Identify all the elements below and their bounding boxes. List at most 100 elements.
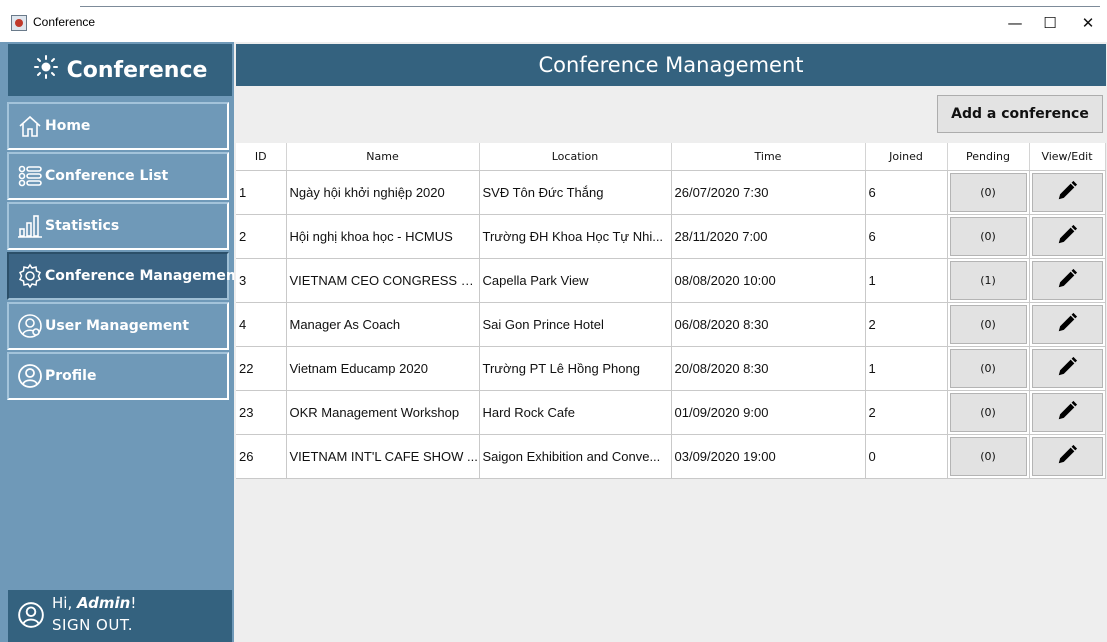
column-header-view-edit[interactable]: View/Edit	[1029, 143, 1106, 171]
cell-pending: (0)	[947, 214, 1030, 259]
table-row[interactable]: 26 VIETNAM INT'L CAFE SHOW ... Saigon Exhi…	[236, 434, 1106, 479]
table-header-row: ID Name Location Time Joined Pending Vie…	[236, 143, 1106, 171]
cell-joined: 0	[865, 434, 948, 479]
sidebar-item-label: User Management	[45, 318, 190, 334]
view-edit-button[interactable]	[1031, 392, 1103, 432]
column-header-id[interactable]: ID	[236, 143, 287, 171]
sidebar-item-profile[interactable]: Profile	[7, 352, 229, 400]
pending-button[interactable]: (0)	[949, 348, 1027, 388]
conference-table-area: ID Name Location Time Joined Pending Vie…	[236, 143, 1106, 642]
sidebar-item-statistics[interactable]: Statistics	[7, 202, 229, 250]
column-header-joined[interactable]: Joined	[865, 143, 948, 171]
chart-icon	[17, 213, 43, 239]
cell-name: VIETNAM INT'L CAFE SHOW ...	[286, 434, 480, 479]
brand-title: Conference	[66, 57, 208, 83]
view-edit-button[interactable]	[1031, 348, 1103, 388]
column-header-time[interactable]: Time	[671, 143, 866, 171]
cell-pending: (0)	[947, 302, 1030, 347]
cell-id: 23	[236, 390, 287, 435]
cell-pending: (0)	[947, 346, 1030, 391]
greeting-prefix: Hi,	[52, 594, 77, 612]
column-header-name[interactable]: Name	[286, 143, 480, 171]
list-icon	[17, 163, 43, 189]
pencil-icon	[1056, 268, 1078, 293]
sidebar-item-label: Conference Management	[45, 268, 243, 284]
pending-button[interactable]: (0)	[949, 436, 1027, 476]
cell-pending: (0)	[947, 434, 1030, 479]
sidebar-item-home[interactable]: Home	[7, 102, 229, 150]
sidebar: Conference Home Conference List Statisti…	[0, 42, 243, 642]
application-window: Conference — ☐ ✕ Conference Home Confere…	[0, 0, 1107, 642]
cell-view-edit	[1029, 346, 1106, 391]
page-title: Conference Management	[236, 44, 1106, 86]
cell-time: 26/07/2020 7:30	[671, 170, 866, 215]
view-edit-button[interactable]	[1031, 172, 1103, 212]
table-row[interactable]: 2 Hội nghị khoa học - HCMUS Trường ĐH Khoa…	[236, 214, 1106, 259]
cell-id: 3	[236, 258, 287, 303]
top-edge-lines	[0, 0, 1107, 8]
add-conference-button[interactable]: Add a conference	[937, 95, 1103, 133]
pending-button[interactable]: (1)	[949, 260, 1027, 300]
cell-id: 22	[236, 346, 287, 391]
cell-name: VIETNAM CEO CONGRESS 2...	[286, 258, 480, 303]
table-row[interactable]: 23 OKR Management Workshop Hard Rock Cafe 0…	[236, 390, 1106, 435]
pencil-icon	[1056, 224, 1078, 249]
sidebar-item-label: Conference List	[45, 168, 169, 184]
cell-time: 06/08/2020 8:30	[671, 302, 866, 347]
cell-joined: 1	[865, 258, 948, 303]
sidebar-item-conference-list[interactable]: Conference List	[7, 152, 229, 200]
cell-joined: 6	[865, 170, 948, 215]
pencil-icon	[1056, 444, 1078, 469]
user-gear-icon	[17, 313, 43, 339]
cell-name: Vietnam Educamp 2020	[286, 346, 480, 391]
column-header-location[interactable]: Location	[479, 143, 672, 171]
home-icon	[17, 113, 43, 139]
sidebar-item-conference-management[interactable]: Conference Management	[7, 252, 243, 300]
pencil-icon	[1056, 356, 1078, 381]
cell-location: Hard Rock Cafe	[479, 390, 672, 435]
cell-pending: (0)	[947, 170, 1030, 215]
table-row[interactable]: 1 Ngày hội khởi nghiệp 2020 SVĐ Tôn Đức Th…	[236, 170, 1106, 215]
pending-button[interactable]: (0)	[949, 304, 1027, 344]
cell-view-edit	[1029, 390, 1106, 435]
table-row[interactable]: 22 Vietnam Educamp 2020 Trường PT Lê Hồng …	[236, 346, 1106, 391]
user-name: Admin	[76, 594, 131, 612]
view-edit-button[interactable]	[1031, 436, 1103, 476]
sidebar-item-user-management[interactable]: User Management	[7, 302, 229, 350]
cell-location: Sai Gon Prince Hotel	[479, 302, 672, 347]
cell-view-edit	[1029, 214, 1106, 259]
cell-time: 08/08/2020 10:00	[671, 258, 866, 303]
maximize-button[interactable]: ☐	[1035, 10, 1065, 36]
cell-id: 4	[236, 302, 287, 347]
view-edit-button[interactable]	[1031, 216, 1103, 256]
cell-view-edit	[1029, 170, 1106, 215]
close-button[interactable]: ✕	[1073, 10, 1103, 36]
main-panel: Conference Management Add a conference I…	[234, 42, 1107, 642]
pending-button[interactable]: (0)	[949, 392, 1027, 432]
column-header-pending[interactable]: Pending	[947, 143, 1030, 171]
cell-id: 2	[236, 214, 287, 259]
sign-out-link[interactable]: SIGN OUT.	[52, 616, 133, 634]
minimize-button[interactable]: —	[1000, 10, 1030, 36]
cell-location: Trường PT Lê Hồng Phong	[479, 346, 672, 391]
pending-button[interactable]: (0)	[949, 216, 1027, 256]
table-row[interactable]: 3 VIETNAM CEO CONGRESS 2... Capella Park V…	[236, 258, 1106, 303]
view-edit-button[interactable]	[1031, 260, 1103, 300]
java-app-icon	[11, 15, 27, 31]
sidebar-item-label: Home	[45, 118, 91, 134]
cell-view-edit	[1029, 434, 1106, 479]
cell-pending: (0)	[947, 390, 1030, 435]
pencil-icon	[1056, 180, 1078, 205]
cell-location: SVĐ Tôn Đức Thắng	[479, 170, 672, 215]
cell-joined: 6	[865, 214, 948, 259]
cell-name: Manager As Coach	[286, 302, 480, 347]
pending-button[interactable]: (0)	[949, 172, 1027, 212]
table-row[interactable]: 4 Manager As Coach Sai Gon Prince Hotel 06/…	[236, 302, 1106, 347]
greeting-suffix: !	[130, 594, 137, 612]
gear-icon	[17, 263, 43, 289]
view-edit-button[interactable]	[1031, 304, 1103, 344]
cell-view-edit	[1029, 258, 1106, 303]
cell-time: 28/11/2020 7:00	[671, 214, 866, 259]
sidebar-item-label: Profile	[45, 368, 97, 384]
cell-location: Saigon Exhibition and Conve...	[479, 434, 672, 479]
